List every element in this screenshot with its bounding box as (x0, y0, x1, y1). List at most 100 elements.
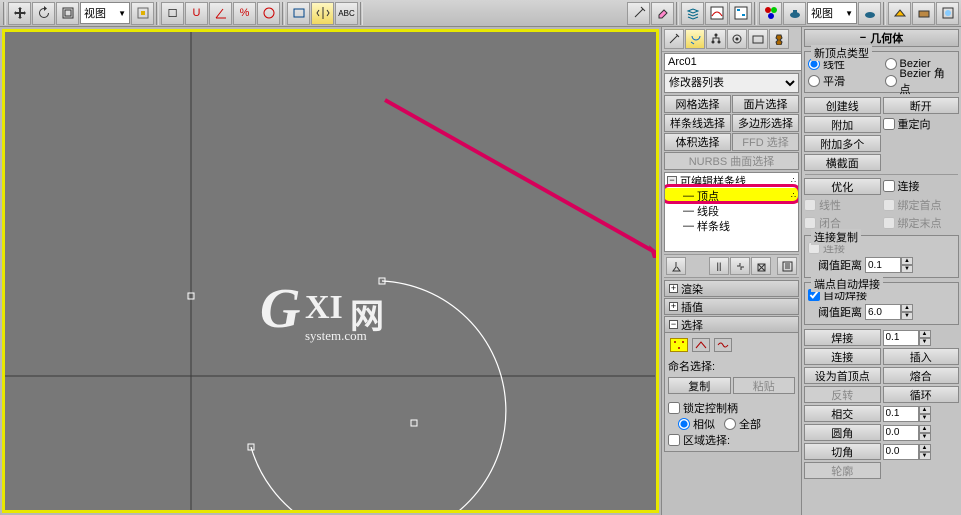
stack-root[interactable]: −可编辑样条线∴ (665, 173, 798, 188)
motion-tab[interactable] (727, 29, 747, 49)
rollout-render[interactable]: +渲染 (664, 280, 799, 297)
named-sel-label: 命名选择: (668, 358, 795, 374)
modifier-stack[interactable]: −可编辑样条线∴ —顶点∴ —线段 —样条线 (664, 172, 799, 252)
cross-insert-button[interactable]: 相交 (804, 405, 881, 422)
render-scene-icon[interactable] (888, 2, 911, 25)
object-name-input[interactable] (664, 53, 801, 71)
layer-icon[interactable] (681, 2, 704, 25)
vol-select-button[interactable]: 体积选择 (664, 133, 731, 151)
teapot-icon[interactable] (783, 2, 806, 25)
pan-icon[interactable] (8, 2, 31, 25)
break-button[interactable]: 断开 (883, 97, 960, 114)
linear2-check (804, 199, 816, 211)
remove-mod-icon[interactable] (751, 257, 771, 275)
fillet-input[interactable] (883, 425, 919, 441)
eraser-icon[interactable] (651, 2, 674, 25)
rollout-interp[interactable]: +插值 (664, 298, 799, 315)
ffd-select-button: FFD 选择 (732, 133, 799, 151)
keymode-icon[interactable] (627, 2, 650, 25)
copy-sel-button[interactable]: 复制 (668, 377, 731, 394)
pivot-icon[interactable] (131, 2, 154, 25)
rotate-icon[interactable] (32, 2, 55, 25)
subobj-vertex-icon[interactable] (670, 338, 688, 352)
percent-snap-icon[interactable]: % (233, 2, 256, 25)
teapot2-icon[interactable] (858, 2, 881, 25)
hierarchy-tab[interactable] (706, 29, 726, 49)
all-radio[interactable] (724, 418, 736, 430)
cross-input[interactable] (883, 406, 919, 422)
smooth-radio[interactable] (808, 75, 820, 87)
make-unique-icon[interactable] (730, 257, 750, 275)
make-first-button[interactable]: 设为首顶点 (804, 367, 881, 384)
schematic-icon[interactable] (729, 2, 752, 25)
abc-icon[interactable]: ABC (335, 2, 358, 25)
ref-coord-dropdown[interactable]: 视图▼ (80, 2, 130, 24)
close2-check (804, 217, 816, 229)
viewport[interactable]: G XI 网 system.com (2, 29, 659, 513)
named-sel-icon[interactable] (287, 2, 310, 25)
paste-sel-button: 粘贴 (733, 377, 796, 394)
subobj-segment-icon[interactable] (692, 338, 710, 352)
chamfer-input[interactable] (883, 444, 919, 460)
angle-snap-icon[interactable] (209, 2, 232, 25)
poly-select-button[interactable]: 多边形选择 (732, 114, 799, 132)
fillet-button[interactable]: 圆角 (804, 424, 881, 441)
stack-toolbar: || (664, 254, 799, 278)
optimize-button[interactable]: 优化 (804, 178, 881, 195)
connect-check[interactable] (883, 180, 895, 192)
show-end-icon[interactable]: || (709, 257, 729, 275)
bindlast-check (883, 217, 895, 229)
insert-button[interactable]: 插入 (883, 348, 960, 365)
pin-stack-icon[interactable] (666, 257, 686, 275)
subobj-spline-icon[interactable] (714, 338, 732, 352)
nurbs-select-button: NURBS 曲面选择 (664, 152, 799, 170)
parameter-panel: −几何体 新顶点类型 线性 Bezier 平滑 Bezier 角点 创建线 断开… (801, 27, 961, 515)
create-tab[interactable] (664, 29, 684, 49)
weld-input[interactable] (883, 330, 919, 346)
configure-icon[interactable] (777, 257, 797, 275)
modify-tab[interactable] (685, 29, 705, 49)
auto-weld-group: 端点自动焊接 自动焊接 阈值距离▲▼ (804, 282, 959, 325)
spinner-snap-icon[interactable] (257, 2, 280, 25)
attach-mult-button[interactable]: 附加多个 (804, 135, 881, 152)
thresh-dist2-input[interactable] (865, 304, 901, 320)
ref-coord-dropdown-2[interactable]: 视图▼ (807, 2, 857, 24)
stack-segment[interactable]: —线段 (665, 203, 798, 218)
curve-editor-icon[interactable] (705, 2, 728, 25)
lock-handles-check[interactable] (668, 402, 680, 414)
display-tab[interactable] (748, 29, 768, 49)
modifier-list-dropdown[interactable]: 修改器列表 (664, 73, 799, 93)
scale-icon[interactable] (56, 2, 79, 25)
fuse-button[interactable]: 熔合 (883, 367, 960, 384)
snap-toggle-icon[interactable]: U (185, 2, 208, 25)
thresh-dist-input[interactable] (865, 257, 901, 273)
chamfer-button[interactable]: 切角 (804, 443, 881, 460)
cycle-button[interactable]: 循环 (883, 386, 960, 403)
face-select-button[interactable]: 面片选择 (732, 95, 799, 113)
command-tabs (662, 27, 801, 52)
mesh-select-button[interactable]: 网格选择 (664, 95, 731, 113)
command-panel: 修改器列表 网格选择 面片选择 样条线选择 多边形选择 体积选择 FFD 选择 … (661, 27, 801, 515)
connect2-button[interactable]: 连接 (804, 348, 881, 365)
similar-radio[interactable] (678, 418, 690, 430)
utilities-tab[interactable] (769, 29, 789, 49)
create-line-button[interactable]: 创建线 (804, 97, 881, 114)
bezier-radio[interactable] (885, 58, 897, 70)
render-last-icon[interactable] (936, 2, 959, 25)
attach-button[interactable]: 附加 (804, 116, 881, 133)
rollout-select[interactable]: −选择 (664, 316, 799, 333)
material-icon[interactable] (759, 2, 782, 25)
select-object-icon[interactable]: ☐ (161, 2, 184, 25)
weld-button[interactable]: 焊接 (804, 329, 881, 346)
reverse-button: 反转 (804, 386, 881, 403)
bcorner-radio[interactable] (885, 75, 897, 87)
quick-render-icon[interactable] (912, 2, 935, 25)
outline-button: 轮廓 (804, 462, 881, 479)
region-sel-check[interactable] (668, 434, 680, 446)
mirror-icon[interactable] (311, 2, 334, 25)
stack-spline[interactable]: —样条线 (665, 218, 798, 233)
reorient-check[interactable] (883, 118, 895, 130)
stack-vertex[interactable]: —顶点∴ (665, 188, 798, 203)
cross-section-button[interactable]: 横截面 (804, 154, 881, 171)
spline-select-button[interactable]: 样条线选择 (664, 114, 731, 132)
